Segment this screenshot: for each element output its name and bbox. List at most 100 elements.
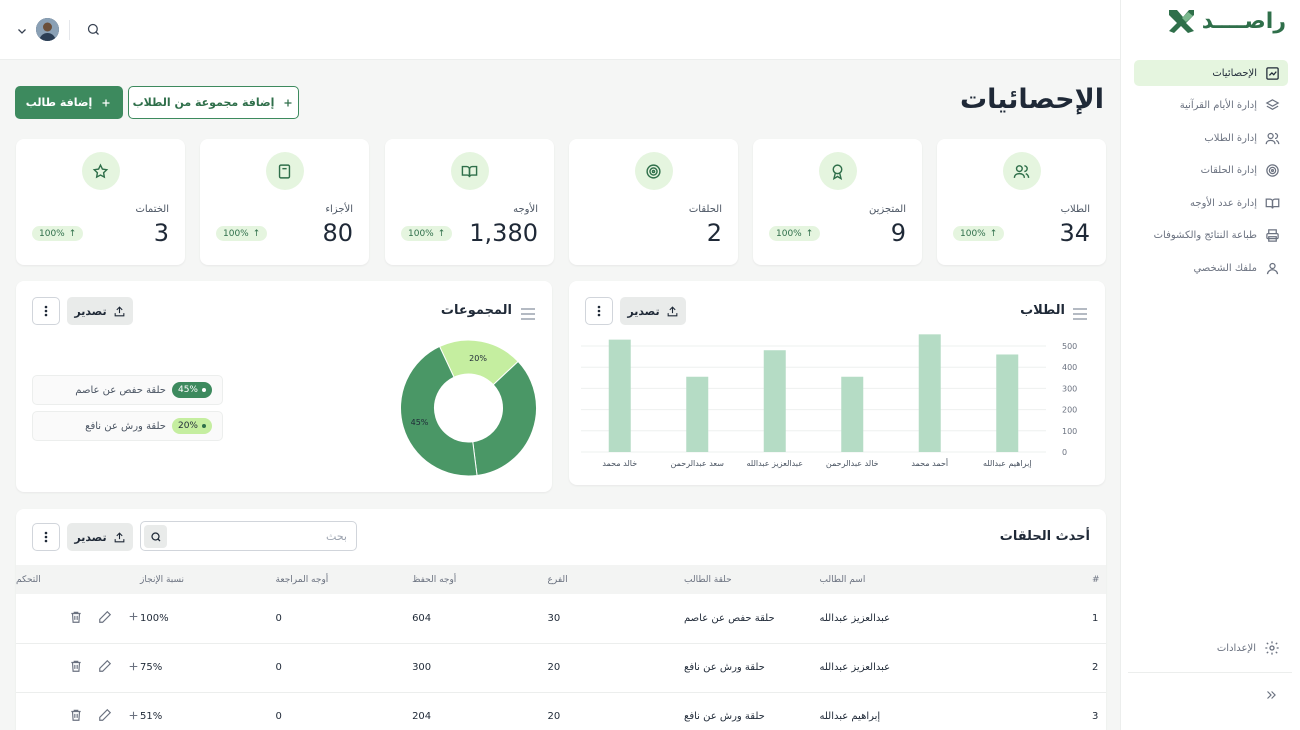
plus-icon[interactable] xyxy=(127,660,140,676)
search-input[interactable] xyxy=(176,522,356,550)
printer-icon xyxy=(1266,229,1279,242)
table-cell: 0 xyxy=(275,594,413,644)
sidebar-item-statistics[interactable]: الإحصائيات xyxy=(1134,60,1288,86)
table-cell: حلقة حفص عن عاصم xyxy=(684,594,820,644)
topbar-divider xyxy=(69,20,70,40)
table-header-cell[interactable]: الفرع xyxy=(548,565,684,594)
row-actions-cell xyxy=(16,692,141,730)
bar[interactable] xyxy=(763,350,786,452)
bar[interactable] xyxy=(918,334,941,452)
avatar[interactable] xyxy=(36,18,59,41)
table-header-cell[interactable]: نسبة الإنجاز xyxy=(140,565,276,594)
table-cell: 300 xyxy=(412,643,548,693)
sidebar-item-label: إدارة عدد الأوجه xyxy=(1190,197,1257,209)
table-cell: 0 xyxy=(275,692,413,730)
table-cell: 3 xyxy=(956,692,1106,730)
plus-icon[interactable] xyxy=(127,709,140,725)
gear-icon xyxy=(1265,641,1279,655)
plus-icon[interactable] xyxy=(127,610,140,626)
layers-icon xyxy=(1265,99,1280,110)
table-cell: حلقة ورش عن نافع xyxy=(684,643,820,693)
sidebar-item-settings[interactable]: الإعدادات xyxy=(1217,640,1280,656)
groups-chart-panel: المجموعات تصدير حلقة حفص عن عاصم 45% حلق… xyxy=(16,281,552,492)
stat-label: الأجزاء xyxy=(325,204,353,215)
bar[interactable] xyxy=(608,339,631,452)
stat-value: 1,380 xyxy=(469,219,538,247)
x-tick-label: خالد محمد xyxy=(602,459,637,468)
table-header-cell[interactable]: أوجه المراجعة xyxy=(276,565,413,594)
logo[interactable]: راصــــد xyxy=(1166,6,1287,36)
add-student-button[interactable]: إضافة طالب xyxy=(15,86,123,119)
export-button[interactable]: تصدير xyxy=(67,523,133,551)
arrow-up-icon: ↑ xyxy=(68,228,77,239)
stat-value: 2 xyxy=(706,219,722,247)
x-tick-label: سعد عبدالرحمن xyxy=(671,459,725,468)
stat-value: 9 xyxy=(890,219,906,247)
recent-circles-table: # اسم الطالب حلقة الطالب الفرع أوجه الحف… xyxy=(16,565,1106,730)
book-open-icon xyxy=(1265,198,1280,209)
stat-change: 100% xyxy=(960,228,986,239)
table-header-cell[interactable]: حلقة الطالب xyxy=(684,565,819,594)
stat-label: الطلاب xyxy=(1060,204,1090,215)
arrow-up-icon: ↑ xyxy=(437,228,446,239)
page-title: الإحصائيات xyxy=(960,84,1104,115)
bar[interactable] xyxy=(841,376,864,452)
chart-line-icon xyxy=(1266,66,1279,80)
add-group-button[interactable]: إضافة مجموعة من الطلاب xyxy=(128,86,299,119)
target-icon xyxy=(646,163,661,179)
edit-icon[interactable] xyxy=(98,659,112,676)
bar[interactable] xyxy=(996,354,1019,452)
users-icon xyxy=(1265,132,1280,144)
user-menu-chevron[interactable] xyxy=(16,22,28,41)
edit-icon[interactable] xyxy=(98,708,112,725)
stat-icon xyxy=(450,152,489,190)
collapse-sidebar-button[interactable] xyxy=(1264,688,1278,706)
sidebar-item-label: إدارة الأيام القرآنية xyxy=(1179,100,1257,111)
search-icon xyxy=(150,531,160,541)
avatar-image xyxy=(36,18,59,41)
award-icon xyxy=(832,163,843,180)
sidebar-item-circles[interactable]: إدارة الحلقات xyxy=(1134,158,1288,184)
export-label: تصدير xyxy=(74,530,107,544)
search-button[interactable] xyxy=(144,525,167,548)
sidebar-item-profile[interactable]: ملفك الشخصي xyxy=(1134,255,1288,281)
table-cell: 0 xyxy=(275,643,413,693)
sidebar-item-quran-days[interactable]: إدارة الأيام القرآنية xyxy=(1134,93,1288,119)
stat-label: الختمات xyxy=(135,204,169,215)
target-icon xyxy=(1266,164,1279,177)
table-cell: 604 xyxy=(412,594,548,644)
sidebar-item-faces-count[interactable]: إدارة عدد الأوجه xyxy=(1134,190,1288,216)
stat-label: الحلقات xyxy=(688,204,722,215)
trash-icon[interactable] xyxy=(69,610,83,627)
y-tick-label: 500 xyxy=(1062,342,1077,351)
row-actions-cell xyxy=(16,643,141,693)
table-header-cell: التحكم xyxy=(16,574,41,585)
table-cell: 100% xyxy=(140,594,276,644)
slice-label: 45% xyxy=(411,418,429,427)
stat-label: الأوجه xyxy=(513,204,538,215)
edit-icon[interactable] xyxy=(98,610,112,627)
donut-slice[interactable] xyxy=(472,360,537,477)
stat-change: 100% xyxy=(223,228,249,239)
table-search[interactable] xyxy=(140,521,357,551)
more-options-button[interactable] xyxy=(32,523,60,551)
students-bar-chart: 0 100 200 300 400 500 إبراهيم عبدالله أحمد محمد… xyxy=(581,334,1077,469)
top-search-button[interactable] xyxy=(86,22,101,41)
users-icon xyxy=(1013,164,1030,178)
sidebar-item-print[interactable]: طباعة النتائج والكشوفات xyxy=(1134,223,1288,249)
logo-text: راصــــد xyxy=(1201,8,1287,34)
table-header-cell[interactable]: اسم الطالب xyxy=(819,565,956,594)
stat-icon xyxy=(818,152,857,190)
table-header-cell[interactable]: أوجه الحفظ xyxy=(412,565,547,594)
sidebar-nav: الإحصائيات إدارة الأيام القرآنية إدارة ا… xyxy=(1134,60,1288,288)
arrow-up-icon: ↑ xyxy=(805,228,814,239)
sidebar-item-students[interactable]: إدارة الطلاب xyxy=(1134,125,1288,151)
book-open-icon xyxy=(461,165,478,177)
chevrons-right-icon xyxy=(1267,691,1276,699)
trash-icon[interactable] xyxy=(69,659,83,676)
arrow-up-icon: ↑ xyxy=(989,228,998,239)
bar[interactable] xyxy=(686,376,709,452)
table-cell: 75% xyxy=(140,643,276,693)
stat-change: 100% xyxy=(776,228,802,239)
trash-icon[interactable] xyxy=(69,708,83,725)
